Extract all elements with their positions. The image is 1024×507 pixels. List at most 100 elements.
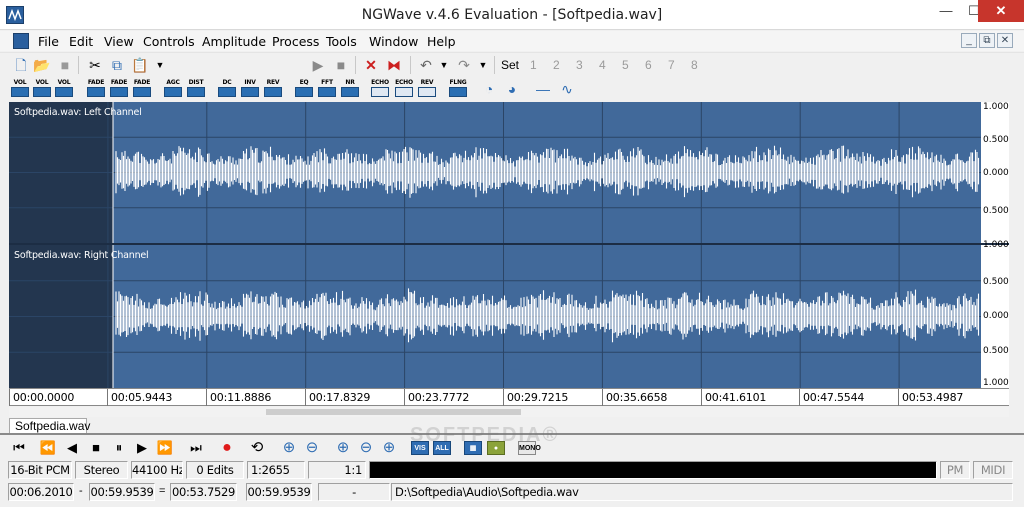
ruler-tick: 00:53.4987 (898, 389, 963, 406)
fade-in-button[interactable]: FADE (86, 79, 106, 100)
menu-tools[interactable]: Tools (326, 34, 357, 49)
play-icon[interactable]: ▶ (133, 439, 151, 457)
dist-button[interactable]: DIST (186, 79, 206, 100)
eq-button[interactable]: EQ (294, 79, 314, 100)
cut-icon[interactable]: ✂ (86, 56, 104, 74)
toolbar-separator (410, 56, 411, 74)
mdi-restore-button[interactable]: ⧉ (979, 33, 995, 48)
dc-button[interactable]: DC (217, 79, 237, 100)
undo-dropdown-icon[interactable]: ▼ (435, 56, 453, 74)
waveform-view[interactable]: Softpedia.wav: Left Channel Softpedia.wa… (9, 102, 1009, 388)
copy-icon[interactable]: ⧉ (108, 56, 126, 74)
fft-button[interactable]: FFT (317, 79, 337, 100)
nr-button[interactable]: NR (340, 79, 360, 100)
generate-wave-icon[interactable]: ∿ (558, 80, 576, 98)
vol-down-button[interactable]: VOL (10, 79, 30, 100)
new-file-icon[interactable]: 🗋 (12, 56, 30, 74)
paste-icon[interactable]: 📋 (131, 56, 149, 74)
paste-dropdown-icon[interactable]: ▼ (151, 56, 169, 74)
effect-label: FFT (321, 79, 333, 86)
marker-2[interactable]: 2 (553, 58, 560, 72)
redo-dropdown-icon[interactable]: ▼ (474, 56, 492, 74)
zoom-in-icon[interactable]: ⊕ (280, 439, 298, 457)
stop-icon[interactable]: ■ (332, 56, 350, 74)
marker-7[interactable]: 7 (668, 58, 675, 72)
open-folder-icon[interactable]: 📂 (33, 56, 51, 74)
stop-icon[interactable]: ■ (87, 439, 105, 457)
selection-end-field: 00:59.9539 (89, 483, 155, 501)
pause-icon[interactable]: ⏸ (110, 439, 128, 457)
zoom-selection-icon[interactable]: ⊕ (334, 439, 352, 457)
reverb-icon (418, 87, 436, 97)
loop-icon[interactable]: ⟲ (248, 439, 266, 457)
menu-amplitude[interactable]: Amplitude (202, 34, 266, 49)
go-start-icon[interactable]: ⏮ (10, 439, 28, 457)
reverb-button[interactable]: REV (417, 79, 437, 100)
silence-line-icon[interactable]: — (534, 80, 552, 98)
ruler-label: 00:11.8886 (210, 391, 272, 404)
ruler-label: 00:29.7215 (507, 391, 569, 404)
separator-dash: - (79, 485, 83, 497)
horizontal-scrollbar[interactable] (9, 407, 1009, 417)
go-end-icon[interactable]: ⏭ (187, 439, 205, 457)
minimize-button[interactable]: — (932, 0, 960, 22)
menu-help[interactable]: Help (427, 34, 456, 49)
zoom-vertical-icon[interactable]: ⊕ (380, 439, 398, 457)
close-button[interactable]: ✕ (978, 0, 1024, 22)
transport-bar: ⏮ ⏪ ◀ ■ ⏸ ▶ ⏩ ⏭ ● ⟲ ⊕ ⊖ ⊕ ⊖ ⊕ VIS ALL ▦ … (0, 424, 1024, 460)
undo-icon[interactable]: ↶ (417, 56, 435, 74)
ruler-label: 00:17.8329 (309, 391, 371, 404)
agc-button[interactable]: AGC (163, 79, 183, 100)
marker-6[interactable]: 6 (645, 58, 652, 72)
menu-bar: File Edit View Controls Amplitude Proces… (0, 31, 1024, 51)
echo-button[interactable]: ECHO (370, 79, 390, 100)
marker-8[interactable]: 8 (691, 58, 698, 72)
fade-custom-button[interactable]: FADE (132, 79, 152, 100)
mdi-close-button[interactable]: ✕ (997, 33, 1013, 48)
set-marker-label[interactable]: Set (501, 58, 519, 72)
play-selection-icon[interactable]: ▶ (309, 56, 327, 74)
marker-4[interactable]: 4 (599, 58, 606, 72)
help-time-icon[interactable]: ◔ (480, 80, 498, 98)
fade-out-button[interactable]: FADE (109, 79, 129, 100)
inv-button[interactable]: INV (240, 79, 260, 100)
document-tab[interactable]: Softpedia.wav (9, 418, 90, 434)
rewind-icon[interactable]: ⏪ (39, 439, 57, 457)
fast-forward-icon[interactable]: ⏩ (156, 439, 174, 457)
cursor-position-field: 00:06.2010 (8, 483, 74, 501)
record-icon[interactable]: ● (218, 439, 236, 457)
scrollbar-thumb[interactable] (266, 409, 521, 415)
save-icon[interactable]: ■ (56, 56, 74, 74)
time-ruler[interactable]: 00:00.0000 00:05.9443 00:11.8886 00:17.8… (9, 388, 1009, 406)
effect-label: NR (345, 79, 355, 86)
play-back-icon[interactable]: ◀ (63, 439, 81, 457)
menu-process[interactable]: Process (272, 34, 319, 49)
zoom-full-icon[interactable]: ⊖ (357, 439, 375, 457)
menu-window[interactable]: Window (369, 34, 418, 49)
redo-icon[interactable]: ↷ (455, 56, 473, 74)
vol-query-button[interactable]: VOL (54, 79, 74, 100)
menu-edit[interactable]: Edit (69, 34, 93, 49)
nr-icon (341, 87, 359, 97)
marker-5[interactable]: 5 (622, 58, 629, 72)
vol-up-button[interactable]: VOL (32, 79, 52, 100)
flange-button[interactable]: FLNG (448, 79, 468, 100)
menu-view[interactable]: View (104, 34, 134, 49)
effect-label: FADE (133, 79, 151, 86)
rev-button[interactable]: REV (263, 79, 283, 100)
document-icon[interactable] (13, 33, 29, 49)
delete-icon[interactable]: ✕ (362, 56, 380, 74)
dist-icon (187, 87, 205, 97)
title-bar: NGWave v.4.6 Evaluation - [Softpedia.wav… (0, 0, 1024, 30)
marker-3[interactable]: 3 (576, 58, 583, 72)
menu-file[interactable]: File (38, 34, 59, 49)
menu-controls[interactable]: Controls (143, 34, 195, 49)
zoom-out-icon[interactable]: ⊖ (303, 439, 321, 457)
echo2-button[interactable]: ECHO (394, 79, 414, 100)
trim-icon[interactable]: ⧓ (385, 56, 403, 74)
waveform-canvas[interactable] (9, 102, 1009, 388)
window-title: NGWave v.4.6 Evaluation - [Softpedia.wav… (361, 7, 663, 23)
clock-wave-icon[interactable]: ◕ (503, 80, 521, 98)
marker-1[interactable]: 1 (530, 58, 537, 72)
mdi-minimize-button[interactable]: _ (961, 33, 977, 48)
